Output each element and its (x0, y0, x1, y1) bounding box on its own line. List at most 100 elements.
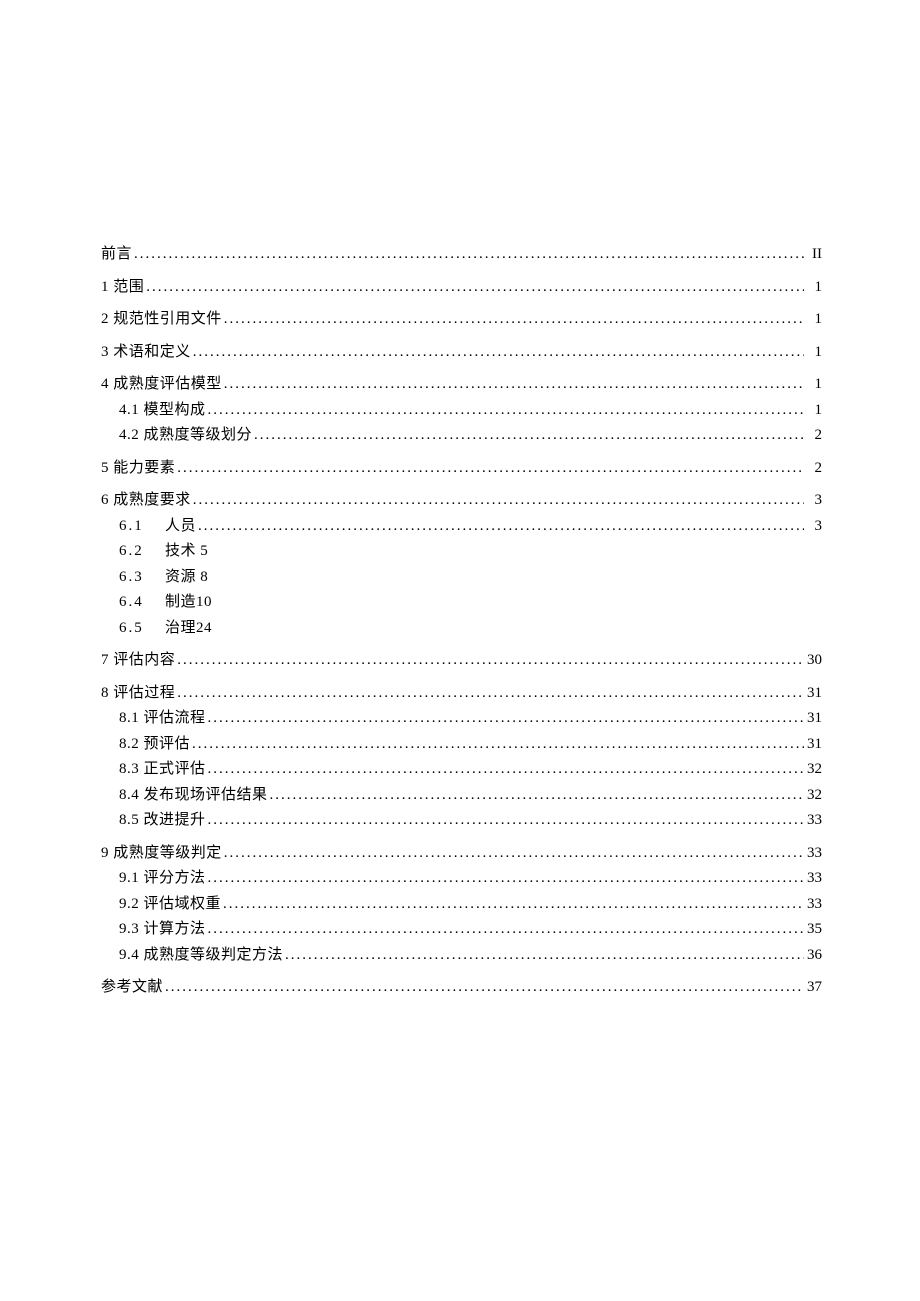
toc-entry: 8.1 评估流程................................… (101, 706, 822, 732)
toc-entry-page: 33 (804, 892, 822, 918)
toc-entry: 4.2 成熟度等级划分.............................… (101, 423, 822, 449)
toc-entry: 前言......................................… (101, 242, 822, 268)
toc-leader-dots: ........................................… (222, 372, 804, 398)
toc-leader-dots: ........................................… (196, 514, 804, 540)
toc-entry-page: 32 (804, 783, 822, 809)
toc-entry: 6.2技术 5 (101, 539, 822, 565)
toc-entry-page: 3 (804, 488, 822, 514)
toc-entry: 8.3 正式评估................................… (101, 757, 822, 783)
toc-entry-page: 1 (804, 340, 822, 366)
toc-entry-label: 9 成熟度等级判定 (101, 841, 222, 867)
toc-entry: 9.2 评估域权重...............................… (101, 892, 822, 918)
toc-entry-label: 参考文献 (101, 975, 163, 1001)
toc-entry-text: 制造10 (165, 594, 212, 610)
toc-leader-dots: ........................................… (252, 423, 804, 449)
toc-entry: 8.2 预评估.................................… (101, 732, 822, 758)
toc-leader-dots: ........................................… (206, 757, 804, 783)
toc-entry-number: 6.2 (119, 539, 165, 565)
toc-entry: 9.3 计算方法................................… (101, 917, 822, 943)
toc-leader-dots: ........................................… (132, 242, 804, 268)
toc-entry-label: 4.2 成熟度等级划分 (119, 423, 252, 449)
toc-leader-dots: ........................................… (190, 732, 804, 758)
toc-entry: 4.1 模型构成................................… (101, 398, 822, 424)
toc-entry: 5 能力要素..................................… (101, 456, 822, 482)
toc-entry-page: 37 (804, 975, 822, 1001)
toc-page: 前言......................................… (0, 0, 920, 1001)
toc-entry: 3 术语和定义.................................… (101, 340, 822, 366)
toc-entry-label: 8.4 发布现场评估结果 (119, 783, 268, 809)
toc-entry-text: 治理24 (165, 620, 212, 636)
toc-entry-label: 6.3资源 8 (119, 565, 822, 591)
toc-entry: 6.1人员...................................… (101, 514, 822, 540)
toc-entry: 9.4 成熟度等级判定方法...........................… (101, 943, 822, 969)
toc-entry: 9 成熟度等级判定...............................… (101, 841, 822, 867)
toc-leader-dots: ........................................… (206, 706, 804, 732)
toc-entry-page: 1 (804, 372, 822, 398)
toc-leader-dots: ........................................… (144, 275, 804, 301)
toc-entry: 6.4制造10 (101, 590, 822, 616)
toc-entry-page: 33 (804, 866, 822, 892)
toc-entry-number: 6.3 (119, 565, 165, 591)
toc-leader-dots: ........................................… (222, 841, 804, 867)
toc-leader-dots: ........................................… (206, 866, 804, 892)
toc-entry: 1 范围....................................… (101, 275, 822, 301)
toc-entry-page: 31 (804, 732, 822, 758)
toc-entry-label: 8.1 评估流程 (119, 706, 206, 732)
toc-entry-page: 1 (804, 307, 822, 333)
toc-entry-page: 1 (804, 275, 822, 301)
toc-leader-dots: ........................................… (175, 456, 804, 482)
table-of-contents: 前言......................................… (101, 242, 822, 1001)
toc-entry-label: 8 评估过程 (101, 681, 175, 707)
toc-entry-label: 4.1 模型构成 (119, 398, 206, 424)
toc-entry-page: 31 (804, 706, 822, 732)
toc-entry: 8.4 发布现场评估结果............................… (101, 783, 822, 809)
toc-entry-label: 9.4 成熟度等级判定方法 (119, 943, 283, 969)
toc-entry: 9.1 评分方法................................… (101, 866, 822, 892)
toc-entry: 4 成熟度评估模型...............................… (101, 372, 822, 398)
toc-entry-label: 9.3 计算方法 (119, 917, 206, 943)
toc-entry-label: 9.1 评分方法 (119, 866, 206, 892)
toc-leader-dots: ........................................… (175, 681, 804, 707)
toc-leader-dots: ........................................… (283, 943, 804, 969)
toc-entry-label: 4 成熟度评估模型 (101, 372, 222, 398)
toc-leader-dots: ........................................… (206, 917, 804, 943)
toc-entry-number: 6.5 (119, 616, 165, 642)
toc-entry-page: 2 (804, 423, 822, 449)
toc-entry-page: 35 (804, 917, 822, 943)
toc-entry-page: 3 (804, 514, 822, 540)
toc-entry-label: 3 术语和定义 (101, 340, 191, 366)
toc-entry: 2 规范性引用文件...............................… (101, 307, 822, 333)
toc-entry-page: 2 (804, 456, 822, 482)
toc-entry-number: 6.1 (119, 514, 165, 540)
toc-entry-page: 33 (804, 841, 822, 867)
toc-leader-dots: ........................................… (206, 398, 804, 424)
toc-entry-label: 6.5治理24 (119, 616, 822, 642)
toc-entry: 8.5 改进提升................................… (101, 808, 822, 834)
toc-leader-dots: ........................................… (206, 808, 804, 834)
toc-entry-label: 8.3 正式评估 (119, 757, 206, 783)
toc-entry-label: 6 成熟度要求 (101, 488, 191, 514)
toc-entry-label: 2 规范性引用文件 (101, 307, 222, 333)
toc-entry-label: 7 评估内容 (101, 648, 175, 674)
toc-entry: 6 成熟度要求.................................… (101, 488, 822, 514)
toc-entry-page: 1 (804, 398, 822, 424)
toc-entry-label: 6.1人员 (119, 514, 196, 540)
toc-entry: 参考文献....................................… (101, 975, 822, 1001)
toc-entry-label: 8.2 预评估 (119, 732, 190, 758)
toc-entry-page: 30 (804, 648, 822, 674)
toc-entry-page: 36 (804, 943, 822, 969)
toc-entry-text: 技术 5 (165, 543, 208, 559)
toc-entry-page: II (804, 242, 822, 268)
toc-entry: 7 评估内容..................................… (101, 648, 822, 674)
toc-entry-text: 资源 8 (165, 569, 208, 585)
toc-entry-label: 9.2 评估域权重 (119, 892, 221, 918)
toc-entry-label: 5 能力要素 (101, 456, 175, 482)
toc-leader-dots: ........................................… (191, 488, 804, 514)
toc-leader-dots: ........................................… (222, 307, 804, 333)
toc-entry-label: 8.5 改进提升 (119, 808, 206, 834)
toc-leader-dots: ........................................… (268, 783, 804, 809)
toc-entry-label: 前言 (101, 242, 132, 268)
toc-leader-dots: ........................................… (163, 975, 804, 1001)
toc-entry-page: 33 (804, 808, 822, 834)
toc-entry: 6.3资源 8 (101, 565, 822, 591)
